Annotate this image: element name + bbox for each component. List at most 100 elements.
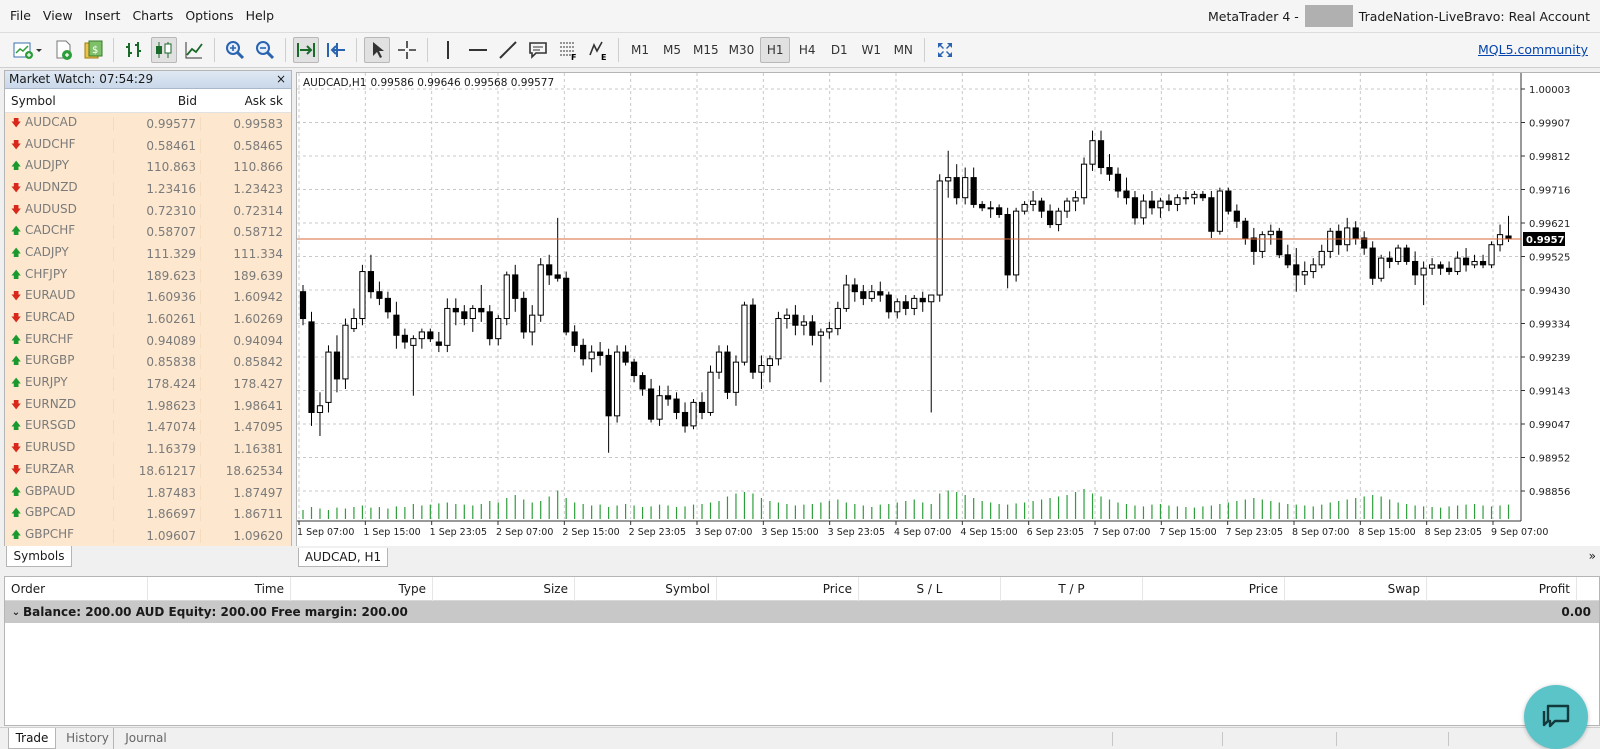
more-tabs-icon[interactable]: »	[1589, 549, 1596, 563]
symbol-cell: 🡅 GBPAUD	[5, 484, 113, 502]
column-header-ask[interactable]: Ask sk	[201, 89, 289, 113]
chart-window[interactable]: 1.00003 0.99907 0.99812 0.99716 0.99621 0.995…	[296, 72, 1600, 546]
market-watch-icon[interactable]: $	[80, 37, 106, 63]
tab-history[interactable]: History	[62, 728, 114, 749]
column-header-profit[interactable]: Profit	[1427, 577, 1577, 601]
column-header-size[interactable]: Size	[433, 577, 575, 601]
crosshair-icon[interactable]	[394, 37, 420, 63]
bearish-candle	[597, 351, 604, 356]
column-header-swap[interactable]: Swap	[1285, 577, 1427, 601]
close-icon[interactable]: ×	[276, 71, 286, 88]
menu-options[interactable]: Options	[179, 0, 239, 32]
cursor-icon[interactable]	[364, 37, 390, 63]
balance-row: ⌄ Balance: 200.00 AUD Equity: 200.00 Fre…	[5, 601, 1599, 623]
tab-symbols[interactable]: Symbols	[6, 546, 72, 567]
market-watch-row[interactable]: 🡇 EURZAR 18.61217 18.62534	[5, 460, 291, 482]
zoom-out-icon[interactable]	[252, 37, 278, 63]
column-header-order[interactable]: Order	[5, 577, 148, 601]
candlestick-chart-icon[interactable]	[151, 37, 177, 63]
bearish-candle	[1208, 197, 1215, 232]
column-header-t-p[interactable]: T / P	[1001, 577, 1143, 601]
bearish-candle	[1250, 237, 1257, 252]
collapse-icon[interactable]: ⌄	[9, 607, 23, 618]
bullish-candle	[325, 351, 332, 403]
bid-cell: 18.61217	[113, 463, 201, 478]
bearish-candle	[630, 361, 638, 377]
timeframe-m1[interactable]: M1	[625, 37, 655, 63]
auto-scroll-icon[interactable]	[293, 37, 319, 63]
elliott-wave-icon[interactable]: E	[585, 37, 611, 63]
column-header-type[interactable]: Type	[291, 577, 433, 601]
market-watch-row[interactable]: 🡅 CHFJPY 189.623 189.639	[5, 265, 291, 287]
price-chart[interactable]: 1.00003 0.99907 0.99812 0.99716 0.99621 0.995…	[297, 73, 1600, 547]
line-chart-icon[interactable]	[181, 37, 207, 63]
column-header-price[interactable]: Price	[717, 577, 859, 601]
timeframe-w1[interactable]: W1	[856, 37, 886, 63]
bullish-candle	[1191, 193, 1198, 199]
fullscreen-icon[interactable]	[932, 37, 958, 63]
tab-journal[interactable]: Journal	[118, 728, 174, 749]
timeframe-d1[interactable]: D1	[824, 37, 854, 63]
bearish-candle	[1131, 197, 1139, 219]
trendline-icon[interactable]	[495, 37, 521, 63]
timeframe-h1[interactable]: H1	[760, 37, 791, 63]
chat-support-button[interactable]	[1524, 685, 1588, 749]
market-watch-row[interactable]: 🡇 AUDNZD 1.23416 1.23423	[5, 178, 291, 200]
timeframe-mn[interactable]: MN	[888, 37, 918, 63]
bullish-candle	[766, 358, 774, 366]
market-watch-row[interactable]: 🡅 EURGBP 0.85838 0.85842	[5, 352, 291, 374]
ask-cell: 1.16381	[233, 442, 283, 457]
ask-cell: 1.60942	[233, 290, 283, 305]
column-header-symbol[interactable]: Symbol	[5, 89, 113, 113]
bar-chart-icon[interactable]	[121, 37, 147, 63]
market-watch-row[interactable]: 🡇 EURAUD 1.60936 1.60942	[5, 287, 291, 309]
timeframe-h4[interactable]: H4	[792, 37, 822, 63]
menu-charts[interactable]: Charts	[126, 0, 179, 32]
market-watch-row[interactable]: 🡇 AUDCHF 0.58461 0.58465	[5, 135, 291, 157]
column-header-price-current[interactable]: Price	[1143, 577, 1285, 601]
zoom-in-icon[interactable]	[222, 37, 248, 63]
column-header-bid[interactable]: Bid	[113, 89, 201, 113]
menu-insert[interactable]: Insert	[79, 0, 127, 32]
market-watch-row[interactable]: 🡅 GBPCAD 1.86697 1.86711	[5, 503, 291, 525]
price-axis-label: 0.99812	[1529, 152, 1570, 163]
market-watch-row[interactable]: 🡅 GBPAUD 1.87483 1.87497	[5, 482, 291, 504]
fibonacci-icon[interactable]: F	[555, 37, 581, 63]
mql5-community-link[interactable]: MQL5.community	[1478, 42, 1588, 57]
market-watch-row[interactable]: 🡅 EURCHF 0.94089 0.94094	[5, 330, 291, 352]
market-watch-row[interactable]: 🡇 AUDUSD 0.72310 0.72314	[5, 200, 291, 222]
timeframe-m5[interactable]: M5	[657, 37, 687, 63]
bearish-candle	[1148, 200, 1156, 209]
timeframe-m15[interactable]: M15	[689, 37, 723, 63]
chart-shift-icon[interactable]	[323, 37, 349, 63]
market-watch-row[interactable]: 🡅 EURJPY 178.424 178.427	[5, 373, 291, 395]
market-watch-row[interactable]: 🡅 CADJPY 111.329 111.334	[5, 243, 291, 265]
profiles-icon[interactable]	[50, 37, 76, 63]
menu-file[interactable]: File	[0, 0, 37, 32]
market-watch-row[interactable]: 🡇 EURUSD 1.16379 1.16381	[5, 438, 291, 460]
text-label-icon[interactable]	[525, 37, 551, 63]
column-header-s-l[interactable]: S / L	[859, 577, 1001, 601]
new-chart-icon[interactable]	[10, 37, 46, 63]
market-watch-row[interactable]: 🡅 GBPCHF 1.09607 1.09620	[5, 525, 291, 547]
market-watch-row[interactable]: 🡇 AUDCAD 0.99577 0.99583	[5, 113, 291, 135]
market-watch-row[interactable]: 🡇 EURCAD 1.60261 1.60269	[5, 308, 291, 330]
market-watch-row[interactable]: 🡅 CADCHF 0.58707 0.58712	[5, 221, 291, 243]
horizontal-line-icon[interactable]	[465, 37, 491, 63]
ask-cell: 1.09620	[233, 528, 283, 543]
tab-chart-audcad-h1[interactable]: AUDCAD, H1	[298, 548, 388, 567]
bullish-candle	[1496, 234, 1504, 246]
time-axis-label: 2 Sep 15:00	[562, 527, 619, 538]
tab-trade[interactable]: Trade	[8, 728, 56, 749]
market-watch-row[interactable]: 🡇 EURNZD 1.98623 1.98641	[5, 395, 291, 417]
vertical-line-icon[interactable]	[435, 37, 461, 63]
menu-help[interactable]: Help	[240, 0, 281, 32]
chart-info: AUDCAD,H1 0.99586 0.99646 0.99568 0.9957…	[303, 77, 554, 89]
menu-view[interactable]: View	[37, 0, 79, 32]
column-header-time[interactable]: Time	[148, 577, 291, 601]
market-watch-row[interactable]: 🡅 AUDJPY 110.863 110.866	[5, 156, 291, 178]
column-header-symbol[interactable]: Symbol	[575, 577, 717, 601]
market-watch-row[interactable]: 🡅 EURSGD 1.47074 1.47095	[5, 417, 291, 439]
bearish-candle	[376, 291, 383, 299]
timeframe-m30[interactable]: M30	[725, 37, 759, 63]
